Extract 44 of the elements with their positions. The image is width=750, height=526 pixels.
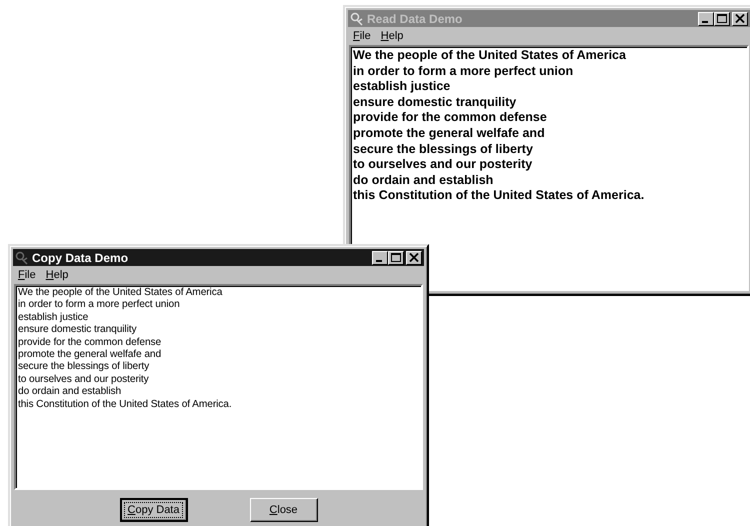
text-line: promote the general welfafe and	[353, 126, 545, 142]
text-line: in order to form a more perfect union	[353, 64, 574, 80]
text-line: establish justice	[18, 312, 88, 324]
maximize-icon	[717, 14, 727, 23]
text-line: in order to form a more perfect union	[18, 299, 180, 312]
text-line: do ordain and establish	[18, 386, 122, 399]
text-line: provide for the common defense	[353, 110, 547, 126]
app-icon	[15, 250, 29, 264]
text-line: ensure domestic tranquility	[18, 324, 136, 337]
text-line: provide for the common defense	[18, 336, 162, 350]
text-line: establish justice	[353, 79, 450, 95]
text-line: promote the general welfafe and	[18, 349, 162, 362]
maximize-button[interactable]	[388, 250, 404, 264]
text-line: ensure domestic tranquility	[353, 94, 516, 110]
window-title: Copy Data Demo	[32, 250, 130, 264]
text-area[interactable]	[349, 45, 749, 291]
text-line: secure the blessings of liberty	[353, 142, 533, 158]
menu-item[interactable]: Help	[380, 30, 404, 42]
app-icon	[350, 12, 364, 26]
text-line: We the people of the United States of America	[353, 48, 626, 64]
text-line: to ourselves and our posterity	[353, 157, 532, 173]
dialog-button[interactable]: Copy Data	[120, 498, 188, 522]
minimize-icon	[376, 260, 382, 262]
maximize-icon	[391, 253, 401, 262]
dialog-button[interactable]: Close	[250, 498, 318, 522]
close-icon	[735, 14, 745, 23]
text-line: secure the blessings of liberty	[18, 361, 150, 374]
maximize-button[interactable]	[714, 12, 730, 26]
menu-item[interactable]: File	[18, 269, 36, 281]
window-title: Read Data Demo	[367, 12, 464, 26]
close-button[interactable]	[732, 12, 748, 26]
menu-item[interactable]: File	[353, 30, 371, 42]
text-line: to ourselves and our posterity	[18, 374, 149, 386]
text-line: this Constitution of the United States of America.	[18, 398, 232, 412]
text-line: We the people of the United States of America	[18, 287, 222, 300]
text-line: this Constitution of the United States of America.	[353, 188, 644, 204]
minimize-button[interactable]	[372, 250, 388, 264]
text-area[interactable]	[14, 284, 423, 490]
minimize-icon	[702, 21, 708, 23]
close-icon	[409, 253, 419, 262]
minimize-button[interactable]	[698, 12, 714, 26]
close-button[interactable]	[406, 250, 422, 264]
menu-item[interactable]: Help	[46, 269, 68, 281]
text-line: do ordain and establish	[353, 172, 494, 188]
